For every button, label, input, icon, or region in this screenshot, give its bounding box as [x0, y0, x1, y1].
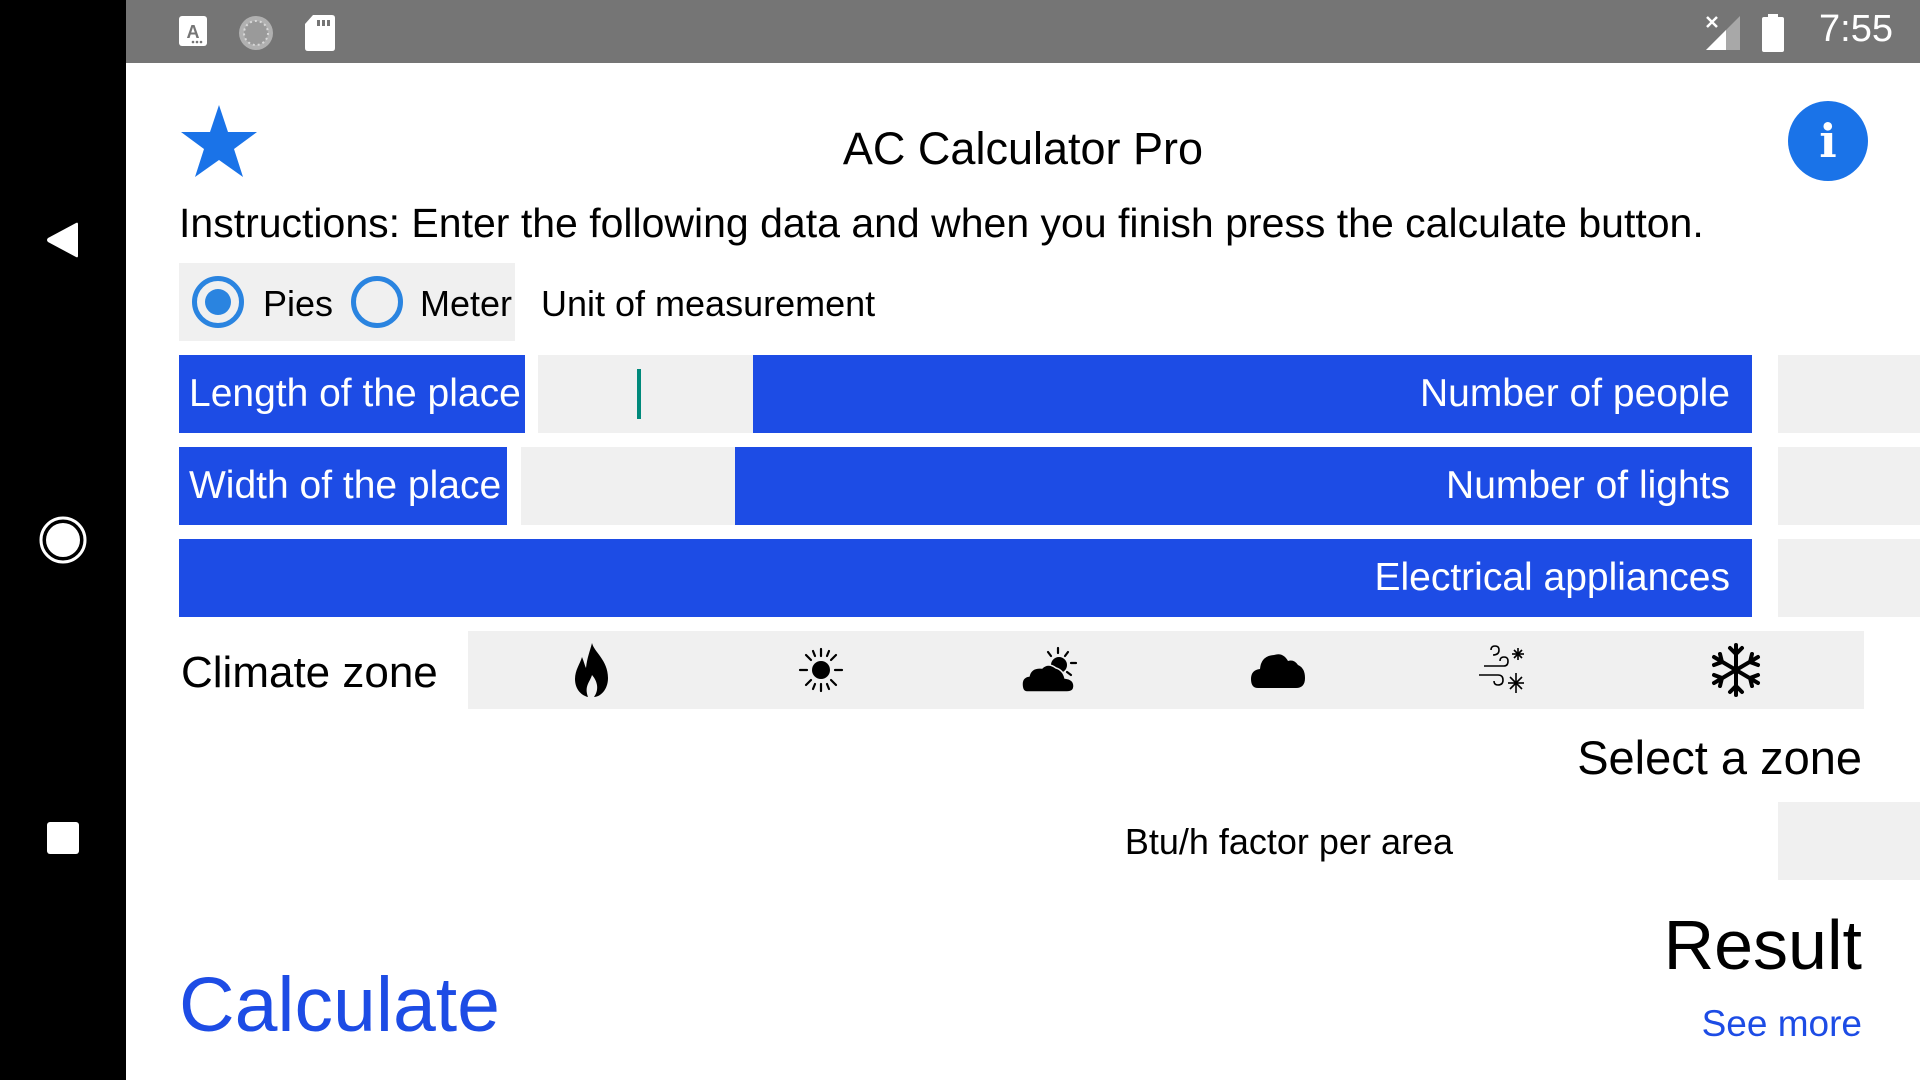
unit-radio-group: Pies Meter — [179, 263, 515, 341]
lights-label: Number of lights — [735, 447, 1752, 525]
zone-cloudy[interactable] — [1198, 631, 1358, 709]
home-icon — [39, 516, 87, 564]
recents-button[interactable] — [0, 808, 126, 868]
appliances-input[interactable] — [1778, 539, 1920, 617]
appliances-label: Electrical appliances — [179, 539, 1752, 617]
recents-icon — [47, 822, 79, 854]
appliances-label-text: Electrical appliances — [1374, 556, 1730, 599]
text-cursor — [637, 369, 641, 419]
battery-icon — [1762, 14, 1784, 52]
btu-factor-field — [1778, 802, 1920, 880]
radio-meter[interactable] — [351, 276, 403, 328]
sun-icon — [798, 647, 844, 693]
back-button[interactable] — [0, 210, 126, 270]
status-bar: A 7:55 — [126, 0, 1920, 63]
length-label: Length of the place — [179, 355, 525, 433]
zone-partly-cloudy[interactable] — [970, 631, 1130, 709]
back-icon — [47, 222, 78, 258]
no-signal-icon — [1706, 16, 1740, 50]
calculate-button[interactable]: Calculate — [179, 961, 500, 1050]
see-more-link[interactable]: See more — [1702, 1003, 1862, 1045]
lights-label-text: Number of lights — [1446, 464, 1730, 507]
zone-windy-cold[interactable] — [1427, 631, 1587, 709]
people-input[interactable] — [1778, 355, 1920, 433]
snowflake-icon — [1712, 643, 1760, 697]
width-label-text: Width of the place — [189, 464, 502, 507]
length-input[interactable] — [538, 355, 753, 433]
home-button[interactable] — [0, 510, 126, 570]
sync-loading-icon — [239, 16, 273, 50]
climate-zone-selector — [468, 631, 1864, 709]
system-navigation-bar — [0, 0, 126, 1080]
cloud-icon — [1251, 654, 1305, 688]
zone-hot[interactable] — [741, 631, 901, 709]
info-icon: i — [1819, 114, 1837, 168]
lights-input[interactable] — [1778, 447, 1920, 525]
text-a-icon: A — [179, 16, 207, 46]
clock: 7:55 — [1819, 8, 1893, 50]
radio-meter-label[interactable]: Meter — [420, 283, 512, 325]
unit-of-measurement-label: Unit of measurement — [541, 283, 876, 324]
svg-text:A: A — [187, 22, 200, 42]
info-button[interactable]: i — [1788, 101, 1868, 181]
width-input[interactable] — [521, 447, 735, 525]
app-content: AC Calculator Pro i Instructions: Enter … — [126, 63, 1920, 1080]
cloud-sun-icon — [1021, 646, 1078, 693]
fire-icon — [575, 643, 608, 697]
radio-pies-label[interactable]: Pies — [263, 283, 333, 325]
radio-pies[interactable] — [192, 276, 244, 328]
sd-card-icon — [305, 15, 335, 51]
wind-snow-icon — [1479, 645, 1524, 693]
instructions-text: Instructions: Enter the following data a… — [179, 200, 1704, 246]
result-label: Result — [1663, 906, 1862, 984]
btu-factor-label: Btu/h factor per area — [1124, 821, 1453, 862]
selected-zone-text: Select a zone — [1577, 731, 1862, 784]
people-label: Number of people — [753, 355, 1752, 433]
page-title: AC Calculator Pro — [842, 123, 1204, 174]
climate-zone-label: Climate zone — [181, 648, 438, 697]
length-label-text: Length of the place — [189, 372, 521, 415]
people-label-text: Number of people — [1419, 372, 1730, 415]
zone-very-cold[interactable] — [1656, 631, 1816, 709]
zone-very-hot[interactable] — [512, 631, 672, 709]
width-label: Width of the place — [179, 447, 507, 525]
